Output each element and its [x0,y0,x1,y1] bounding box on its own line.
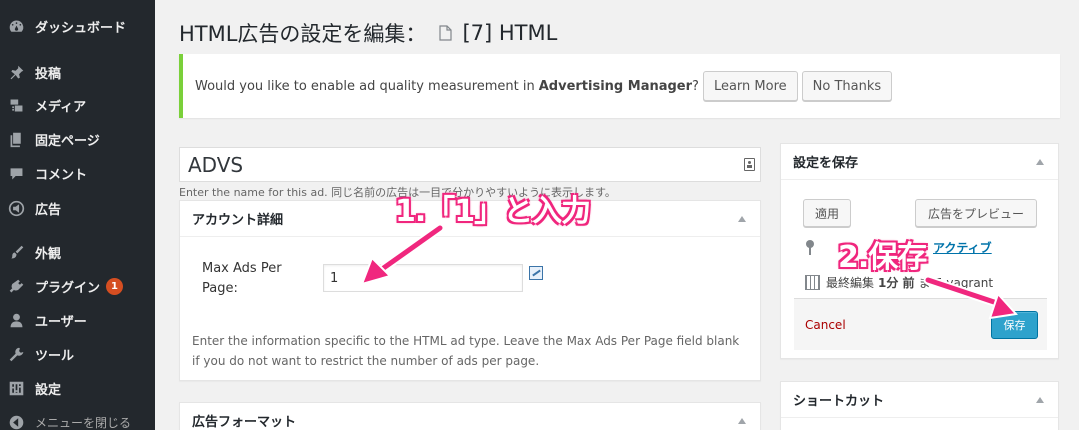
collapse-arrow-icon[interactable] [738,216,746,222]
ad-name-input[interactable]: ADVS [179,147,761,182]
sidebar-item-label: 広告 [35,202,62,218]
last-edited-time: 1分 前 [878,276,915,290]
last-edited-by: まで vagrant [918,276,994,290]
no-thanks-button[interactable]: No Thanks [801,71,893,101]
notice-suffix: ? [692,78,699,94]
step2-annotation: 2.保存 [838,240,927,275]
sidebar-item-plugins[interactable]: プラグイン 1 [0,272,155,300]
collapse-arrow-icon[interactable] [1036,397,1044,403]
collapse-arrow-icon[interactable] [1036,159,1044,165]
page-title: HTML広告の設定を編集： [7] HTML [179,18,557,48]
save-actions: Cancel 保存 [794,298,1047,350]
ad-format-header[interactable]: 広告フォーマット [180,403,760,430]
sidebar-item-posts[interactable]: 投稿 [0,58,155,86]
last-edited-row: 最終編集 1分 前 まで vagrant [805,274,993,291]
page-title-text: HTML広告の設定を編集： [179,22,427,46]
max-ads-label: Max Ads Per Page: [202,261,282,296]
sidebar-item-dashboard[interactable]: ダッシュボード [0,12,155,40]
collapse-arrow-icon[interactable] [738,418,746,424]
sidebar-item-comments[interactable]: コメント [0,159,155,187]
megaphone-icon [5,197,27,219]
preview-ad-button[interactable]: 広告をプレビュー [914,199,1037,227]
sidebar-item-users[interactable]: ユーザー [0,306,155,334]
wrench-icon [5,343,27,365]
notice-text: Would you like to enable ad quality meas… [195,78,535,94]
pin-icon [5,61,27,83]
learn-more-button[interactable]: Learn More [702,71,798,101]
dashboard-icon [5,15,27,37]
status-link[interactable]: アクティブ [933,239,992,256]
page-title-ad-id: [7] HTML [462,21,558,45]
field-edit-icon[interactable] [529,266,543,280]
cancel-link[interactable]: Cancel [805,318,846,332]
contact-card-icon [744,158,755,171]
sidebar-item-label: 投稿 [35,66,62,82]
sidebar-item-label: ツール [35,348,75,364]
media-icon [5,94,27,116]
document-icon [439,25,453,41]
sidebar-item-tools[interactable]: ツール [0,340,155,368]
sidebar-item-pages[interactable]: 固定ページ [0,125,155,153]
save-button[interactable]: 保存 [991,311,1038,339]
sidebar-item-ads[interactable]: 広告 [0,194,155,222]
plugin-icon [5,275,27,297]
save-settings-title: 設定を保存 [793,156,859,171]
comment-icon [5,162,27,184]
sidebar-item-label: プラグイン [35,280,101,296]
calendar-icon [805,275,820,290]
sidebar-item-label: メニューを閉じる [35,415,132,430]
brush-icon [5,241,27,263]
shortcut-header[interactable]: ショートカット [781,382,1058,418]
collapse-icon [5,411,27,430]
notice-brand: Advertising Manager [538,78,693,94]
max-ads-value: 1 [330,270,339,286]
admin-sidebar: ダッシュボード 投稿 メディア 固定ページ コメント 広告 外観 プラグイン 1… [0,0,155,430]
user-icon [5,309,27,331]
settings-icon [5,377,27,399]
sidebar-item-label: メディア [35,99,87,115]
sidebar-item-label: 外観 [35,246,62,262]
sidebar-item-settings[interactable]: 設定 [0,374,155,402]
apply-button[interactable]: 適用 [803,199,852,227]
account-details-title: アカウント詳細 [192,213,284,228]
page-icon [5,128,27,150]
save-settings-header[interactable]: 設定を保存 [781,144,1058,180]
sidebar-item-label: ダッシュボード [35,20,127,36]
sidebar-item-media[interactable]: メディア [0,91,155,119]
sidebar-item-label: ユーザー [35,314,87,330]
sidebar-item-appearance[interactable]: 外観 [0,238,155,266]
step1-annotation: 1.「1」と入力 [395,194,591,229]
shortcut-title: ショートカット [793,394,885,409]
last-edited-label: 最終編集 [826,276,875,290]
account-help-text: Enter the information specific to the HT… [192,334,740,368]
pin-icon [805,239,815,256]
sidebar-item-label: コメント [35,167,88,183]
max-ads-per-page-input[interactable]: 1 [323,264,523,292]
ad-name-value: ADVS [188,152,244,177]
update-count-badge: 1 [106,277,124,295]
shortcut-box: ショートカット [780,381,1059,430]
ad-quality-notice: Would you like to enable ad quality meas… [179,54,1060,118]
ad-format-box: 広告フォーマット [179,402,761,430]
sidebar-item-label: 設定 [35,382,62,398]
ad-format-title: 広告フォーマット [192,415,297,430]
sidebar-item-label: 固定ページ [35,133,100,149]
collapse-menu-button[interactable]: メニューを閉じる [0,408,155,430]
